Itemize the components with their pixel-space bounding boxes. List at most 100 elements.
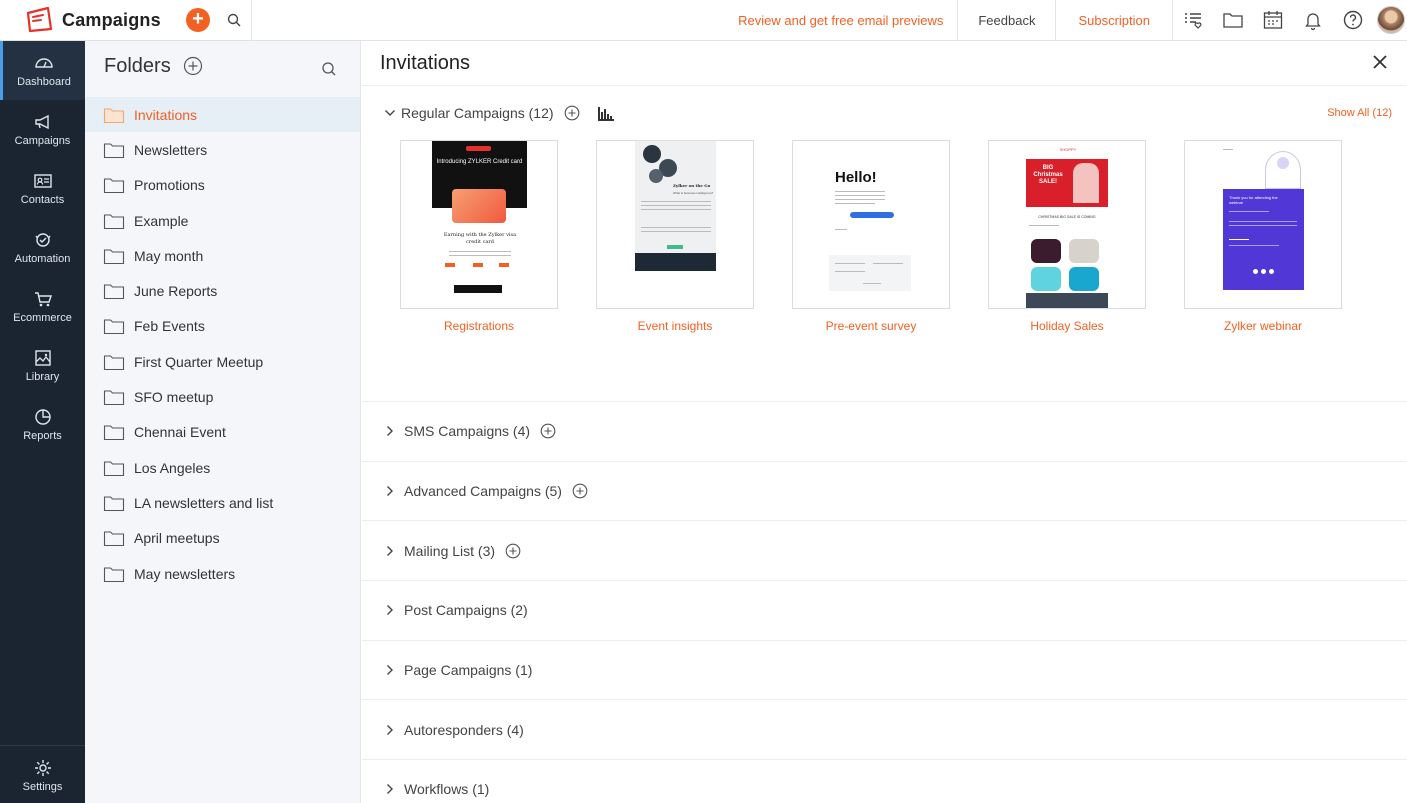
folder-icon — [103, 319, 125, 335]
help-button[interactable] — [1333, 0, 1373, 41]
section-label: Page Campaigns (1) — [404, 662, 533, 679]
subscription-link[interactable]: Subscription — [1056, 0, 1173, 41]
folder-item[interactable]: May newsletters — [85, 556, 360, 591]
list-settings-button[interactable] — [1173, 0, 1213, 41]
folder-icon — [103, 108, 125, 123]
image-library-icon — [34, 350, 51, 366]
folder-icon — [103, 425, 125, 441]
folder-icon — [103, 284, 125, 300]
folder-item[interactable]: Feb Events — [85, 309, 360, 344]
collapsed-section[interactable]: Workflows (1) — [362, 760, 1407, 803]
create-new-button[interactable]: + — [186, 8, 210, 32]
regular-campaigns-header[interactable]: Regular Campaigns (12) Show All (12) — [362, 86, 1407, 140]
collapsed-section[interactable]: SMS Campaigns (4) — [362, 402, 1407, 462]
rail-item-library[interactable]: Library — [0, 336, 85, 395]
close-icon[interactable] — [1371, 53, 1389, 71]
folder-icon — [103, 566, 125, 582]
folders-header: Folders — [85, 41, 360, 91]
rail-item-ecommerce[interactable]: Ecommerce — [0, 277, 85, 336]
chevron-right-icon — [387, 545, 393, 556]
folder-item[interactable]: June Reports — [85, 273, 360, 308]
folder-item[interactable]: Chennai Event — [85, 415, 360, 450]
rail-item-dashboard[interactable]: Dashboard — [0, 41, 85, 100]
global-search-button[interactable] — [216, 0, 252, 41]
add-icon[interactable] — [505, 543, 521, 559]
rail-item-campaigns[interactable]: Campaigns — [0, 100, 85, 159]
page-title: Invitations — [380, 51, 471, 74]
rail-item-contacts[interactable]: Contacts — [0, 159, 85, 218]
pie-chart-icon — [34, 409, 51, 425]
rail-item-settings[interactable]: Settings — [0, 746, 85, 803]
folder-label: Invitations — [134, 106, 198, 123]
folder-label: SFO meetup — [134, 389, 214, 406]
section-label: Mailing List (3) — [404, 542, 496, 559]
section-label: Advanced Campaigns (5) — [404, 483, 562, 500]
brand[interactable]: Campaigns — [0, 0, 170, 41]
rail-item-reports[interactable]: Reports — [0, 395, 85, 454]
show-all-link[interactable]: Show All (12) — [1327, 107, 1392, 119]
add-regular-campaign-icon[interactable] — [564, 105, 580, 121]
calendar-button[interactable] — [1253, 0, 1293, 41]
folder-icon — [103, 249, 125, 264]
folder-label: Chennai Event — [134, 424, 226, 441]
list-heart-icon — [1185, 13, 1202, 29]
rail-label: Ecommerce — [13, 312, 72, 324]
folder-label: First Quarter Meetup — [134, 353, 264, 370]
campaign-card-label: Zylker webinar — [1223, 319, 1303, 333]
notifications-button[interactable] — [1293, 0, 1333, 41]
folder-icon — [103, 178, 125, 194]
folder-item[interactable]: Example — [85, 203, 360, 238]
rail-item-automation[interactable]: Automation — [0, 218, 85, 277]
search-folders-icon[interactable] — [321, 61, 337, 77]
campaign-thumbnail: Zylker on the Go What is business intell… — [596, 140, 754, 309]
folder-item[interactable]: Promotions — [85, 168, 360, 203]
folder-item[interactable]: Invitations — [85, 97, 360, 133]
folder-icon — [103, 355, 125, 370]
folder-item[interactable]: May month — [85, 238, 360, 273]
gear-icon — [34, 759, 51, 776]
collapsed-section[interactable]: Autoresponders (4) — [362, 700, 1407, 761]
thumb-headline: Introducing ZYLKER Credit card — [436, 159, 523, 165]
feedback-link[interactable]: Feedback — [958, 0, 1057, 41]
add-folder-icon[interactable] — [183, 56, 203, 76]
section-label: Regular Campaigns (12) — [401, 105, 554, 121]
folder-item[interactable]: April meetups — [85, 521, 360, 556]
folder-item[interactable]: Los Angeles — [85, 450, 360, 485]
bar-chart-icon[interactable] — [596, 104, 616, 122]
add-icon[interactable] — [572, 483, 588, 499]
chevron-down-icon — [385, 110, 395, 116]
campaign-card[interactable]: Zylker on the Go What is business intell… — [596, 140, 754, 401]
folder-label: June Reports — [134, 283, 218, 300]
collapsed-section[interactable]: Page Campaigns (1) — [362, 641, 1407, 701]
add-icon[interactable] — [540, 423, 556, 439]
campaign-thumbnail: Hello! — [792, 140, 950, 309]
rail-label: Library — [25, 371, 60, 383]
folder-label: LA newsletters and list — [134, 494, 274, 511]
folder-item[interactable]: First Quarter Meetup — [85, 344, 360, 379]
campaign-card[interactable]: Thank you for attending the webinar Zylk… — [1184, 140, 1342, 401]
main-content: Invitations Regular Campaigns (12) Show … — [362, 41, 1407, 803]
collapsed-section[interactable]: Post Campaigns (2) — [362, 581, 1407, 641]
campaign-card[interactable]: Introducing ZYLKER Credit card Earning w… — [400, 140, 558, 401]
chevron-right-icon — [387, 605, 393, 616]
collapsed-section[interactable]: Mailing List (3) — [362, 521, 1407, 582]
folder-icon — [103, 461, 125, 476]
folder-list: Invitations Newsletters Promotions Example M… — [85, 97, 360, 591]
folder-item[interactable]: LA newsletters and list — [85, 485, 360, 520]
campaign-card[interactable]: Hello! Pre-event survey — [792, 140, 950, 401]
folder-label: Feb Events — [134, 318, 205, 335]
email-previews-link[interactable]: Review and get free email previews — [724, 0, 959, 41]
main-header: Invitations — [362, 41, 1407, 86]
folder-button[interactable] — [1213, 0, 1253, 41]
campaign-card[interactable]: SHOPPY BIG Christmas SALE! CHRISTMAS BIG… — [988, 140, 1146, 401]
rail-label: Campaigns — [14, 135, 71, 147]
user-avatar[interactable] — [1377, 6, 1405, 34]
collapsed-section[interactable]: Advanced Campaigns (5) — [362, 462, 1407, 522]
campaign-card-label: Registrations — [443, 319, 515, 333]
section-label: Autoresponders (4) — [404, 721, 524, 738]
folder-item[interactable]: SFO meetup — [85, 379, 360, 414]
folder-item[interactable]: Newsletters — [85, 132, 360, 167]
rail-label: Reports — [23, 430, 62, 442]
folder-label: Los Angeles — [134, 459, 211, 476]
folder-icon — [103, 143, 125, 158]
